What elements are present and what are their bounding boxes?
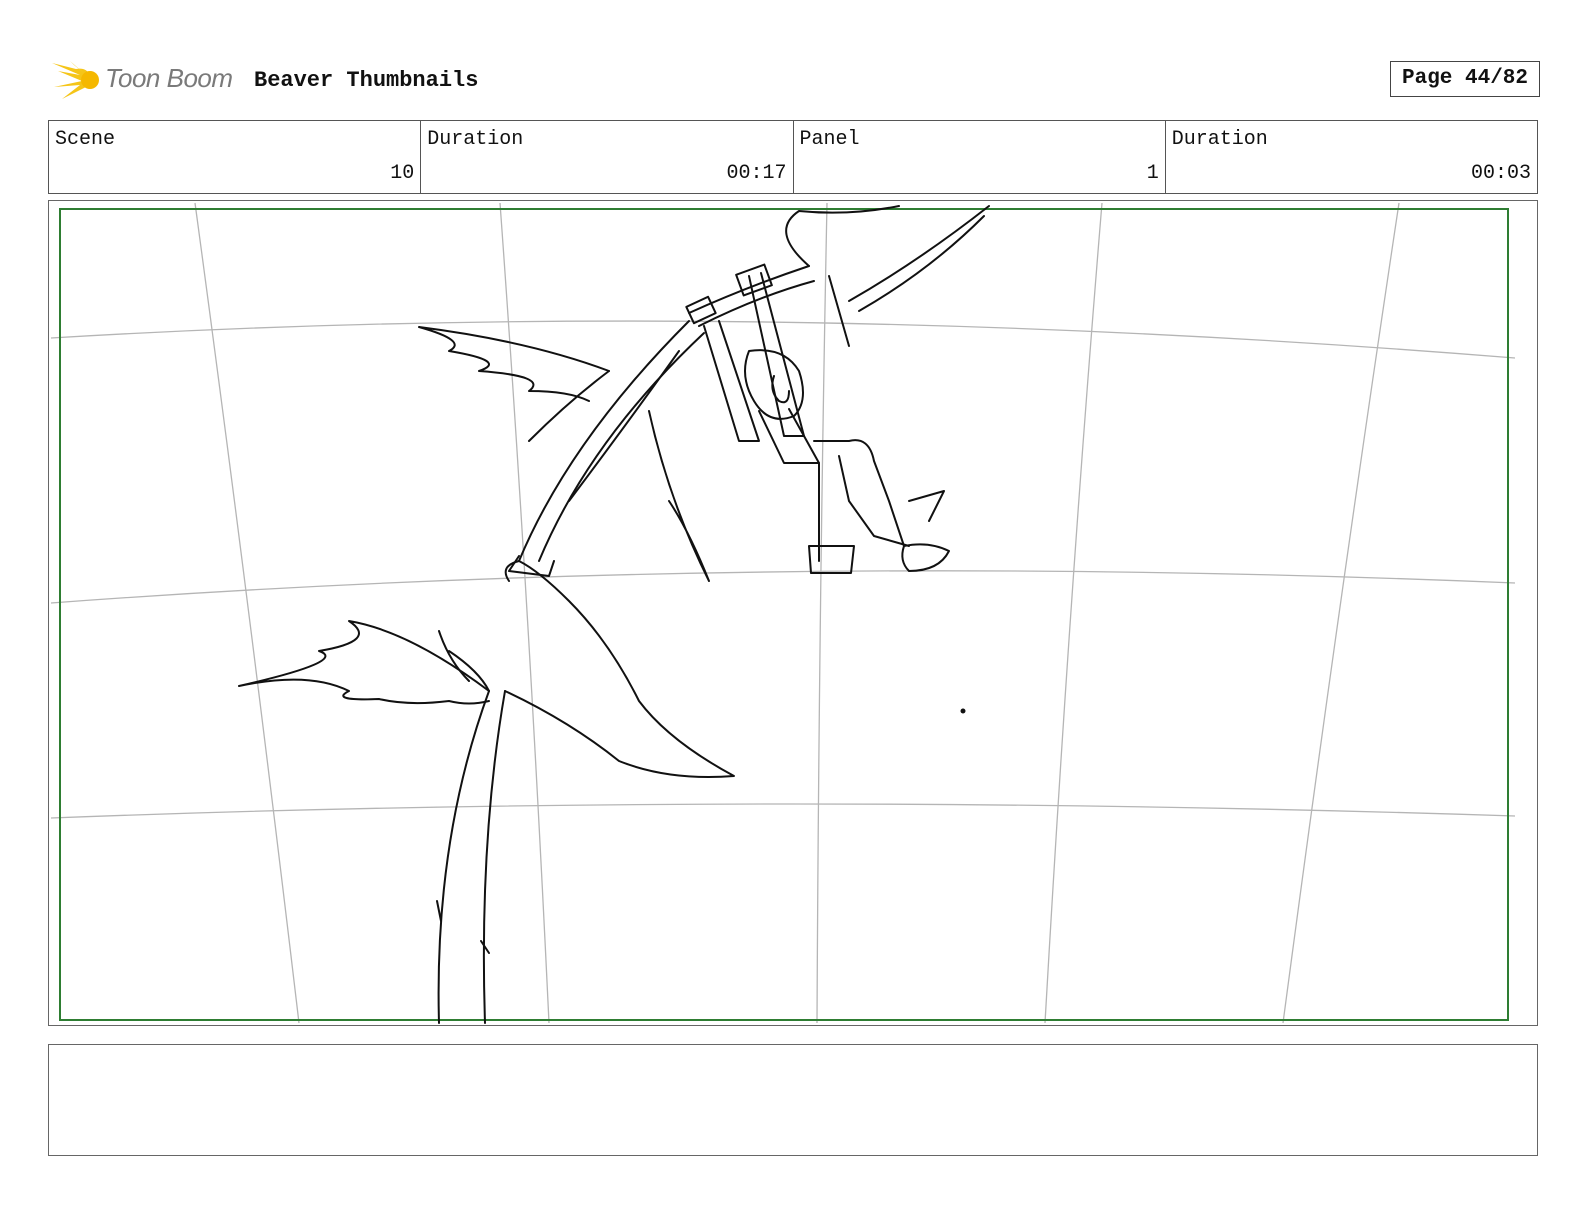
- scene-value: 10: [390, 162, 415, 185]
- scene-label: Scene: [55, 128, 116, 151]
- ink-dot: [960, 708, 966, 714]
- panel-label: Panel: [799, 128, 860, 151]
- panel-drawing: [50, 202, 1516, 1024]
- panel-duration-value: 00:03: [1470, 162, 1531, 185]
- scene-cell: Scene 10: [49, 121, 422, 193]
- page-number: Page 44/82: [1390, 61, 1540, 97]
- panel-duration-label: Duration: [1171, 128, 1268, 151]
- scene-duration-cell: Duration 00:17: [421, 121, 794, 193]
- panel-cell: Panel 1: [794, 121, 1166, 193]
- scene-duration-value: 00:17: [726, 162, 787, 185]
- panel-value: 1: [1146, 162, 1159, 185]
- project-title: Beaver Thumbnails: [254, 68, 479, 93]
- sketch-lines: [238, 205, 990, 1024]
- toon-boom-logo: Toon Boom: [50, 55, 240, 105]
- panel-duration-cell: Duration 00:03: [1166, 121, 1537, 193]
- safe-frame: [59, 208, 1509, 1021]
- logo-text: Toon Boom: [105, 63, 233, 93]
- storyboard-panel: [48, 200, 1538, 1026]
- page-header: Toon Boom Beaver Thumbnails Page 44/82: [50, 55, 1540, 105]
- perspective-grid: [50, 202, 1516, 1024]
- panel-notes-box[interactable]: [48, 1044, 1538, 1156]
- burst-icon: [52, 61, 99, 99]
- scene-duration-label: Duration: [427, 128, 524, 151]
- scene-info-row: Scene 10 Duration 00:17 Panel 1 Duration…: [48, 120, 1538, 194]
